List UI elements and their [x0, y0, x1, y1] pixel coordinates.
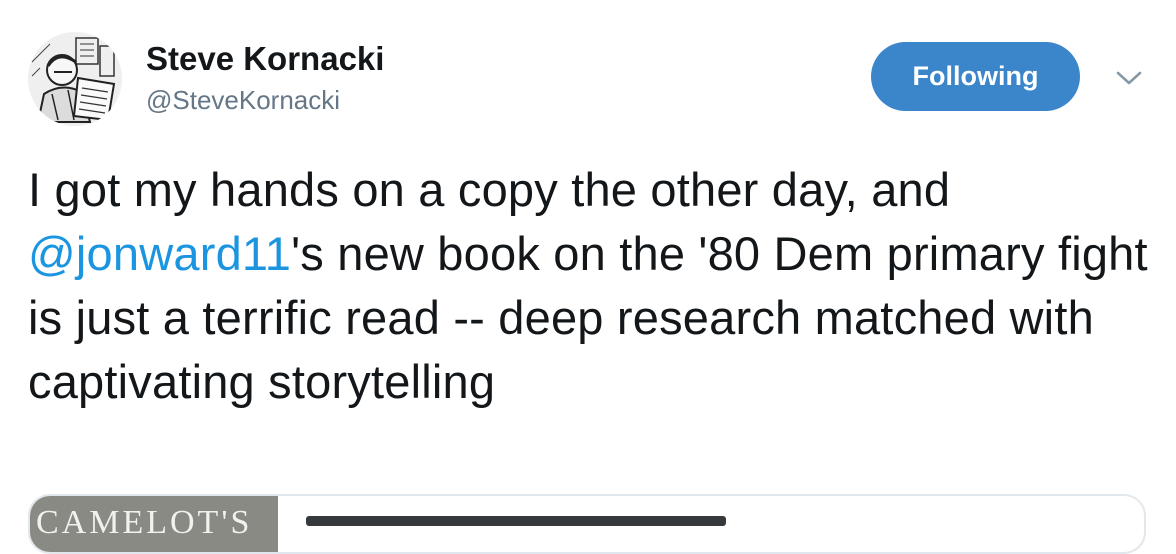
mention-link[interactable]: @jonward11	[28, 227, 291, 280]
tweet-text: I got my hands on a copy the other day, …	[28, 158, 1148, 414]
avatar-illustration	[28, 32, 122, 126]
following-button[interactable]: Following	[871, 42, 1080, 111]
link-card[interactable]: CAMELOT'S	[28, 494, 1146, 554]
tweet-text-part: I got my hands on a copy the other day, …	[28, 163, 951, 216]
card-image-title: CAMELOT'S	[36, 504, 253, 541]
chevron-down-icon	[1116, 71, 1142, 85]
display-name[interactable]: Steve Kornacki	[146, 40, 384, 78]
card-image: CAMELOT'S	[30, 496, 278, 552]
tweet-menu-button[interactable]	[1112, 66, 1146, 90]
avatar[interactable]	[28, 32, 122, 126]
card-title-partial	[306, 516, 726, 526]
user-handle[interactable]: @SteveKornacki	[146, 85, 340, 116]
tweet: Steve Kornacki @SteveKornacki Following …	[0, 0, 1176, 554]
following-button-label: Following	[912, 61, 1039, 91]
